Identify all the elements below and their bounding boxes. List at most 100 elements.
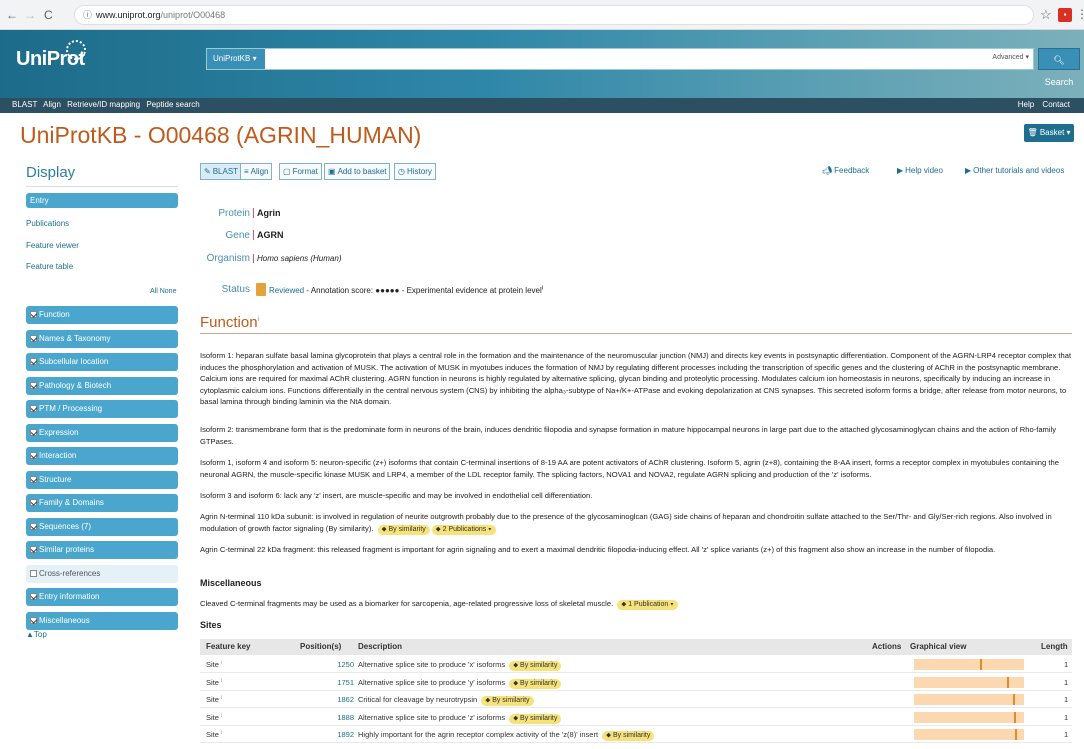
checkbox-icon[interactable] bbox=[30, 452, 37, 459]
by-similarity-badge[interactable]: ⬥ By similarity bbox=[509, 678, 562, 689]
graphical-view-bar[interactable] bbox=[914, 711, 1024, 723]
sidebar-section-cross-references[interactable]: Cross-references bbox=[26, 564, 178, 583]
nav-align[interactable]: Align bbox=[43, 100, 61, 109]
by-similarity-badge[interactable]: ⬥ By similarity bbox=[509, 661, 562, 671]
blast-button[interactable]: ✎ BLAST bbox=[200, 163, 243, 180]
nav-retrieve-id-mapping[interactable]: Retrieve/ID mapping bbox=[67, 100, 140, 109]
function-paragraph-isoform3-6: Isoform 3 and isoform 6: lack any 'z' in… bbox=[200, 491, 593, 500]
browser-toolbar: ← → C ⓘ www.uniprot.org/uniprot/O00468 ☆ … bbox=[0, 0, 1084, 30]
help-video-link[interactable]: ▶ Help video bbox=[897, 166, 943, 175]
nav-blast[interactable]: BLAST bbox=[12, 100, 37, 109]
checkbox-icon[interactable] bbox=[30, 522, 37, 530]
add-to-basket-button[interactable]: ▣ Add to basket bbox=[324, 163, 391, 180]
sidebar-link-feature-viewer[interactable]: Feature viewer bbox=[26, 241, 79, 250]
sidebar-section-pathology-biotech[interactable]: Pathology & Biotech bbox=[26, 376, 178, 395]
checkbox-icon[interactable] bbox=[30, 381, 37, 389]
checkbox-icon[interactable] bbox=[30, 311, 37, 318]
search-input[interactable]: UniProtKB ▾ Advanced ▾ bbox=[206, 48, 1034, 70]
sidebar-section-function[interactable]: Function bbox=[26, 306, 178, 324]
table-row: Site i 1751 Alternative splice site to prod… bbox=[200, 674, 1072, 691]
organism-value[interactable]: Homo sapiens (Human) bbox=[253, 254, 341, 263]
site-marker bbox=[1015, 729, 1017, 740]
checkbox-icon[interactable] bbox=[30, 616, 37, 624]
position-link[interactable]: 1892 bbox=[314, 730, 354, 739]
by-similarity-badge[interactable]: ⬥ By similarity bbox=[377, 524, 430, 535]
nav-contact[interactable]: Contact bbox=[1042, 100, 1070, 109]
info-icon[interactable]: ⓘ bbox=[83, 10, 92, 20]
position-link[interactable]: 1250 bbox=[314, 660, 354, 669]
miscellaneous-heading: Miscellaneous bbox=[200, 578, 262, 588]
reviewed-link[interactable]: Reviewed bbox=[269, 286, 304, 295]
menu-icon[interactable]: ⋮ bbox=[1076, 7, 1084, 21]
sidebar-section-subcellular-location[interactable]: Subcellular location bbox=[26, 353, 178, 371]
checkbox-icon[interactable] bbox=[30, 569, 37, 577]
checkbox-icon[interactable] bbox=[30, 593, 37, 600]
nav-peptide-search[interactable]: Peptide search bbox=[146, 100, 199, 109]
checkbox-icon[interactable] bbox=[30, 546, 37, 553]
sidebar-section-family-domains[interactable]: Family & Domains bbox=[26, 494, 178, 512]
checkbox-icon[interactable] bbox=[30, 475, 37, 483]
sidebar-section-entry-information[interactable]: Entry information bbox=[26, 588, 178, 606]
tutorials-link[interactable]: ▶ Other tutorials and videos bbox=[965, 166, 1064, 175]
status-info[interactable]: i bbox=[542, 284, 543, 291]
info-icon[interactable]: i bbox=[221, 713, 222, 719]
info-icon[interactable]: i bbox=[221, 660, 222, 666]
by-similarity-badge[interactable]: ⬥ By similarity bbox=[602, 731, 655, 741]
function-section-title: Functioni bbox=[200, 314, 259, 331]
reload-icon[interactable]: C bbox=[44, 8, 53, 22]
by-similarity-label: By similarity bbox=[492, 697, 530, 704]
sidebar-section-structure[interactable]: Structure bbox=[26, 470, 178, 489]
format-button[interactable]: ▢ Format bbox=[279, 163, 322, 180]
sidebar-section-similar-proteins[interactable]: Similar proteins bbox=[26, 541, 178, 559]
sidebar-item-entry[interactable]: Entry bbox=[26, 193, 178, 208]
publication-badge[interactable]: ⬥ 1 Publication ▾ bbox=[617, 600, 678, 610]
sidebar-section-label: Subcellular location bbox=[39, 357, 109, 366]
sidebar-link-publications[interactable]: Publications bbox=[26, 219, 69, 228]
address-bar[interactable]: ⓘ www.uniprot.org/uniprot/O00468 bbox=[74, 5, 1034, 25]
sidebar-link-feature-table[interactable]: Feature table bbox=[26, 262, 73, 271]
checkbox-icon[interactable] bbox=[30, 358, 37, 365]
checkbox-icon[interactable] bbox=[30, 334, 37, 342]
advanced-search-toggle[interactable]: Advanced ▾ bbox=[992, 53, 1029, 61]
sidebar-section-names-taxonomy[interactable]: Names & Taxonomy bbox=[26, 329, 178, 348]
search-button[interactable]: 🔍︎ Search bbox=[1038, 48, 1080, 87]
publications-badge[interactable]: ⬥ 2 Publications ▾ bbox=[431, 524, 496, 535]
info-icon[interactable]: i bbox=[221, 730, 222, 736]
info-icon[interactable]: i bbox=[221, 695, 222, 701]
sidebar-section-expression[interactable]: Expression bbox=[26, 423, 178, 442]
info-icon[interactable]: i bbox=[221, 678, 222, 684]
position-link[interactable]: 1888 bbox=[314, 713, 354, 722]
site-marker bbox=[980, 659, 982, 670]
graphical-view-bar[interactable] bbox=[914, 729, 1024, 740]
history-button[interactable]: ◷ History bbox=[394, 163, 436, 180]
checkbox-icon[interactable] bbox=[30, 428, 37, 436]
feedback-link[interactable]: 📣︎ Feedback bbox=[822, 166, 869, 175]
blast-icon: ✎ bbox=[204, 167, 211, 176]
all-none-toggle[interactable]: All None bbox=[150, 288, 176, 295]
sidebar-section-interaction[interactable]: Interaction bbox=[26, 447, 178, 465]
feature-key-cell: Site bbox=[206, 730, 219, 739]
sidebar-section-ptm-processing[interactable]: PTM / Processing bbox=[26, 400, 178, 418]
extension-icon[interactable]: ▪ bbox=[1058, 8, 1072, 22]
graphical-view-bar[interactable] bbox=[914, 659, 1024, 670]
forward-icon[interactable]: → bbox=[24, 8, 36, 22]
by-similarity-badge[interactable]: ⬥ By similarity bbox=[481, 696, 534, 706]
checkbox-icon[interactable] bbox=[30, 405, 37, 412]
bookmark-star-icon[interactable]: ☆ bbox=[1040, 7, 1052, 23]
back-icon[interactable]: ← bbox=[6, 8, 18, 22]
function-info[interactable]: i bbox=[258, 316, 260, 323]
graphical-view-bar[interactable] bbox=[914, 676, 1024, 688]
back-to-top-link[interactable]: ▲Top bbox=[26, 630, 47, 639]
nav-help[interactable]: Help bbox=[1018, 100, 1034, 109]
sidebar-section-label: Entry information bbox=[39, 592, 100, 601]
align-button[interactable]: ≡ Align bbox=[240, 163, 273, 180]
by-similarity-badge[interactable]: ⬥ By similarity bbox=[509, 713, 562, 724]
basket-button[interactable]: 🗑︎ Basket ▾ bbox=[1024, 124, 1074, 142]
position-link[interactable]: 1751 bbox=[314, 678, 354, 687]
checkbox-icon[interactable] bbox=[30, 499, 37, 506]
database-select[interactable]: UniProtKB ▾ bbox=[207, 49, 265, 69]
sidebar-section-miscellaneous[interactable]: Miscellaneous bbox=[26, 611, 178, 630]
sidebar-section-sequences-7[interactable]: Sequences (7) bbox=[26, 517, 178, 536]
graphical-view-bar[interactable] bbox=[914, 694, 1024, 705]
position-link[interactable]: 1862 bbox=[314, 695, 354, 704]
